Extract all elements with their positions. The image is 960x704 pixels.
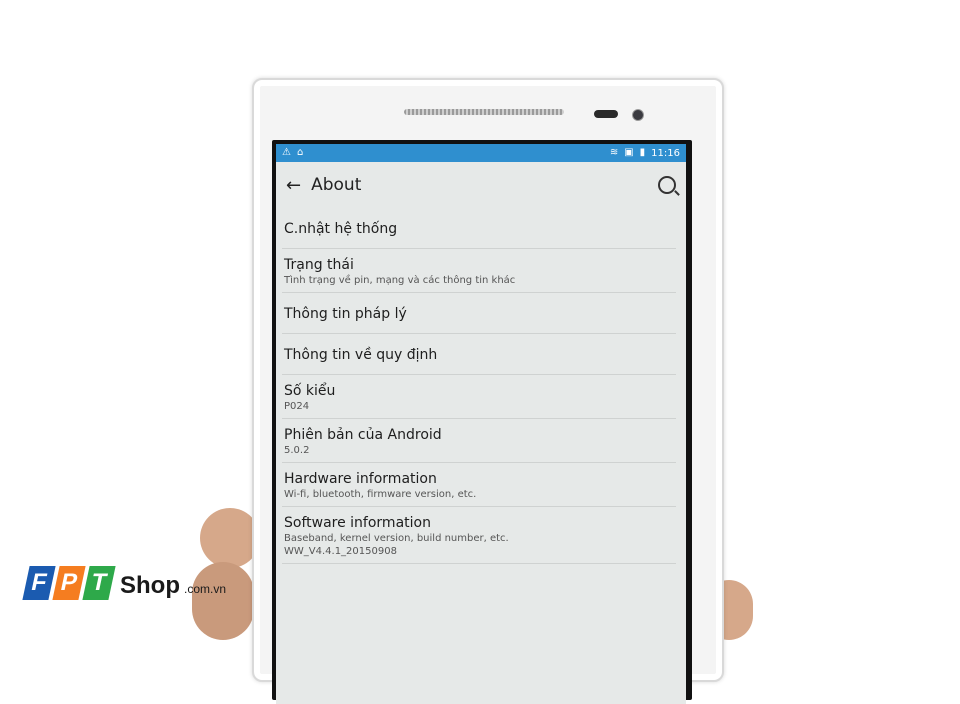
list-item-model-number[interactable]: Số kiểu P024 [282,375,676,419]
list-item-regulatory-info[interactable]: Thông tin về quy định [282,334,676,375]
logo-letter-p: P [52,566,86,600]
logo-letter-f: F [22,566,56,600]
arrow-left-icon[interactable]: ← [286,175,301,196]
list-item-legal-info[interactable]: Thông tin pháp lý [282,293,676,334]
list-item-status[interactable]: Trạng thái Tình trạng về pin, mạng và cá… [282,249,676,293]
list-item-android-version[interactable]: Phiên bản của Android 5.0.2 [282,419,676,463]
warning-icon: ⚠ [282,147,291,158]
page-title: About [311,175,362,195]
search-icon[interactable] [658,176,676,194]
settings-list: C.nhật hệ thống Trạng thái Tình trạng về… [276,208,686,564]
item-subtitle: Wi-fi, bluetooth, firmware version, etc. [284,489,477,500]
home-icon: ⌂ [296,147,304,158]
logo-domain-text: .com.vn [184,582,227,596]
logo-letter-t: T [82,566,116,600]
list-item-software-info[interactable]: Software information Baseband, kernel ve… [282,507,676,564]
wifi-icon: ≋ [609,147,619,158]
tablet-device: ⚠ ⌂ ≋ ▣ ▮ 11:16 ← About C.nhật hệ thống [252,78,724,704]
list-item-system-update[interactable]: C.nhật hệ thống [282,208,676,249]
item-title: Số kiểu [284,383,336,399]
speaker-grille [404,109,564,115]
app-bar: ← About [276,162,686,208]
status-bar: ⚠ ⌂ ≋ ▣ ▮ 11:16 [276,144,686,162]
left-thumb [200,508,260,568]
battery-icon: ▮ [639,147,646,158]
sim-icon: ▣ [624,147,634,158]
item-subtitle: Tình trạng về pin, mạng và các thông tin… [284,275,516,286]
proximity-sensor [594,110,618,118]
item-subtitle: 5.0.2 [284,445,310,456]
item-title: C.nhật hệ thống [284,221,398,237]
front-camera [632,109,644,121]
item-title: Phiên bản của Android [284,427,442,443]
item-subtitle: Baseband, kernel version, build number, … [284,533,509,544]
screen-bezel: ⚠ ⌂ ≋ ▣ ▮ 11:16 ← About C.nhật hệ thống [272,140,692,704]
item-title: Trạng thái [284,257,354,273]
item-subtitle-build: WW_V4.4.1_20150908 [284,546,397,557]
item-title: Hardware information [284,471,437,487]
item-title: Thông tin pháp lý [284,306,407,322]
list-item-hardware-info[interactable]: Hardware information Wi-fi, bluetooth, f… [282,463,676,507]
fpt-shop-logo: F P T Shop .com.vn [22,566,227,600]
status-time: 11:16 [651,147,680,159]
item-subtitle: P024 [284,401,310,412]
logo-shop-text: Shop [120,572,180,599]
item-title: Software information [284,515,431,531]
item-title: Thông tin về quy định [284,347,438,363]
screen: ⚠ ⌂ ≋ ▣ ▮ 11:16 ← About C.nhật hệ thống [276,144,686,704]
